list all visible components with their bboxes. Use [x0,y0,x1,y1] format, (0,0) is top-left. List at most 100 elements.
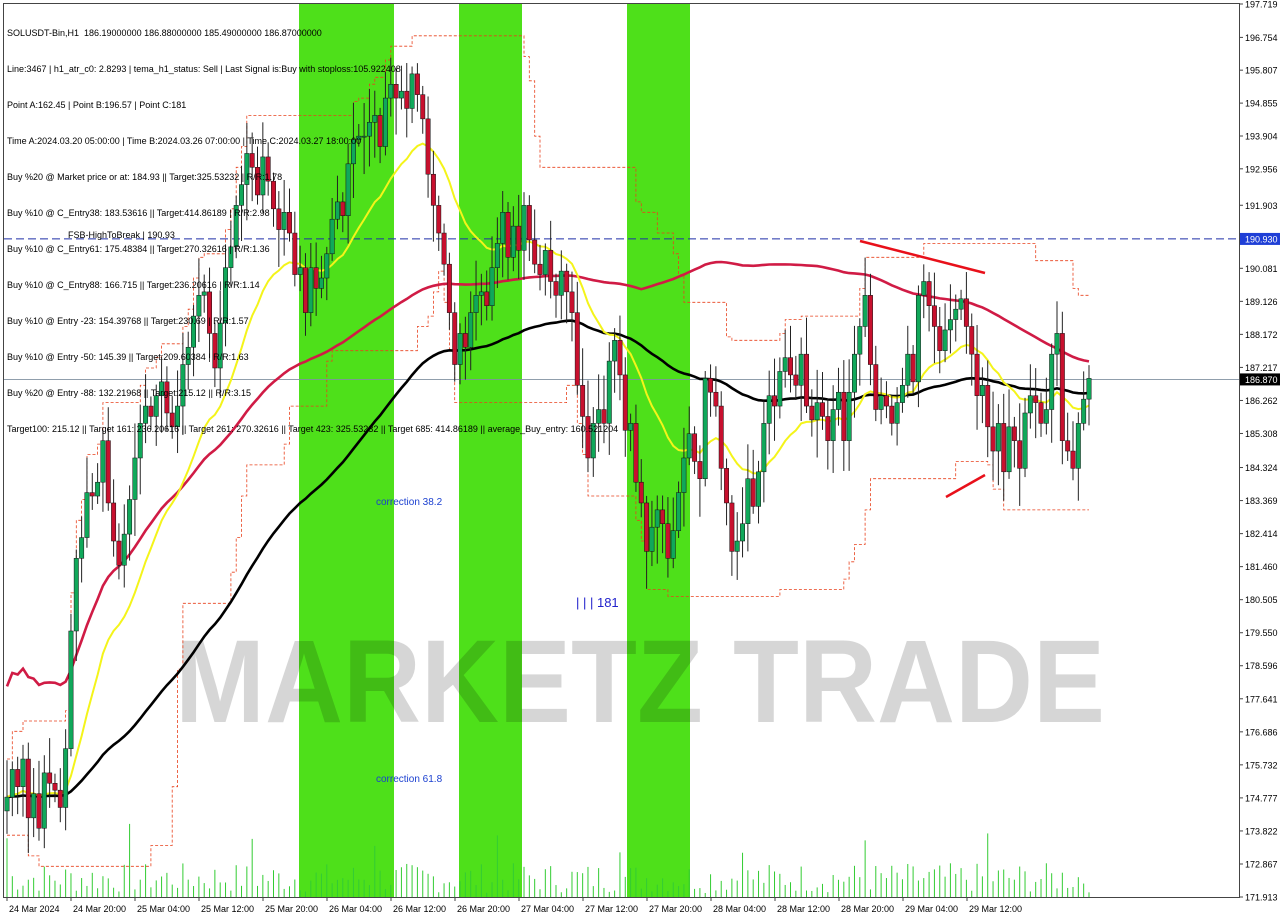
volume-bar [1088,892,1090,897]
candle-bear [931,305,937,327]
volume-bar [944,876,946,897]
volume-bar [81,878,83,897]
y-tick-label: 172.867 [1245,859,1278,869]
volume-bar [939,865,941,897]
volume-bar [779,873,781,897]
volume-bar [113,887,115,897]
volume-bar [17,889,19,897]
y-tick-label: 180.505 [1245,595,1278,605]
candle-bull [740,523,745,542]
candle-bull [1049,353,1055,410]
candle-bear [990,426,996,452]
volume-bar [827,892,829,897]
candle-bull [1006,426,1012,473]
volume-bar [992,881,994,897]
volume-bar [283,888,285,897]
candle-bull [921,281,927,296]
watermark: MARKETZ TRADE [175,616,1105,748]
volume-bar [416,867,418,897]
volume-bar [475,884,477,897]
candle-bull [905,353,911,386]
candle-bull [756,471,761,507]
volume-bar [720,880,722,897]
volume-bar [747,870,749,897]
y-tick-label: 178.596 [1245,661,1278,671]
volume-bar [11,876,13,897]
info-line: Buy %10 @ Entry -23: 154.39768 || Target… [7,316,249,326]
volume-bar [683,884,685,897]
candle-bull [670,530,676,559]
volume-bar [560,892,562,897]
candle-bull [1043,409,1049,424]
volume-bar [619,852,621,897]
volume-bar [1067,887,1069,897]
volume-bar [38,890,40,897]
candle-bear [89,492,95,497]
candle-bull [132,457,138,500]
candle-bear [15,769,21,787]
candle-bear [1065,440,1071,452]
x-tick-label: 28 Mar 12:00 [777,904,830,914]
volume-bar [97,888,99,897]
volume-bar [379,870,381,897]
volume-bar [342,878,344,897]
volume-bar [774,871,776,897]
candle-bear [1070,450,1076,469]
volume-bar [246,866,248,897]
x-tick-label: 27 Mar 12:00 [585,904,638,914]
y-tick-label: 195.807 [1245,66,1278,76]
candle-bull [782,357,788,372]
info-line: Buy %10 @ C_Entry61: 175.48384 || Target… [7,244,270,254]
volume-bar [843,881,845,897]
volume-bar [262,874,264,897]
volume-bar [464,872,466,897]
candle-bear [910,353,916,383]
y-tick-label: 194.855 [1245,99,1278,109]
volume-bar [875,866,877,897]
volume-bar [672,882,674,897]
candle-bull [814,402,820,421]
volume-bar [592,886,594,897]
volume-bar [294,879,296,897]
candle-bull [979,385,985,396]
y-tick-label: 197.719 [1245,0,1278,10]
volume-bar [171,884,173,897]
candle-bull [766,395,772,424]
x-tick-label: 29 Mar 12:00 [969,904,1022,914]
candle-bull [1075,423,1081,469]
y-tick-label: 175.732 [1245,760,1278,770]
volume-bar [534,878,536,897]
volume-bar [523,866,525,897]
candle-bull [915,295,921,383]
candle-bear [809,405,815,421]
x-tick-label: 24 Mar 2024 [9,904,60,914]
info-line: Buy %10 @ C_Entry38: 183.53616 || Target… [7,208,270,218]
volume-bar [507,890,509,897]
info-line: Buy %20 @ Entry -88: 132.21968 || Target… [7,388,251,398]
volume-bar [758,870,760,897]
volume-bar [406,863,408,897]
candle-bear [36,793,42,829]
volume-bar [624,876,626,897]
candle-bear [724,468,729,504]
y-tick-label: 185.308 [1245,429,1278,439]
volume-bar [997,870,999,897]
candle-bear [105,440,111,504]
volume-bar [251,838,253,897]
candle-bull [73,558,79,632]
volume-bar [155,880,157,897]
volume-bar [512,863,514,897]
volume-bar [459,881,461,897]
volume-bar [1072,886,1074,897]
y-tick-label: 177.641 [1245,694,1278,704]
info-line: Line:3467 | h1_atr_c0: 2.8293 | tema_h1_… [7,64,401,74]
volume-bar [811,890,813,897]
candle-bear [1017,440,1023,469]
volume-bar [502,879,504,897]
volume-bar [384,889,386,897]
candle-bull [1086,378,1092,400]
candle-bear [889,405,895,424]
y-tick-label: 173.822 [1245,826,1278,836]
volume-bar [635,867,637,897]
candle-bull [79,537,85,559]
